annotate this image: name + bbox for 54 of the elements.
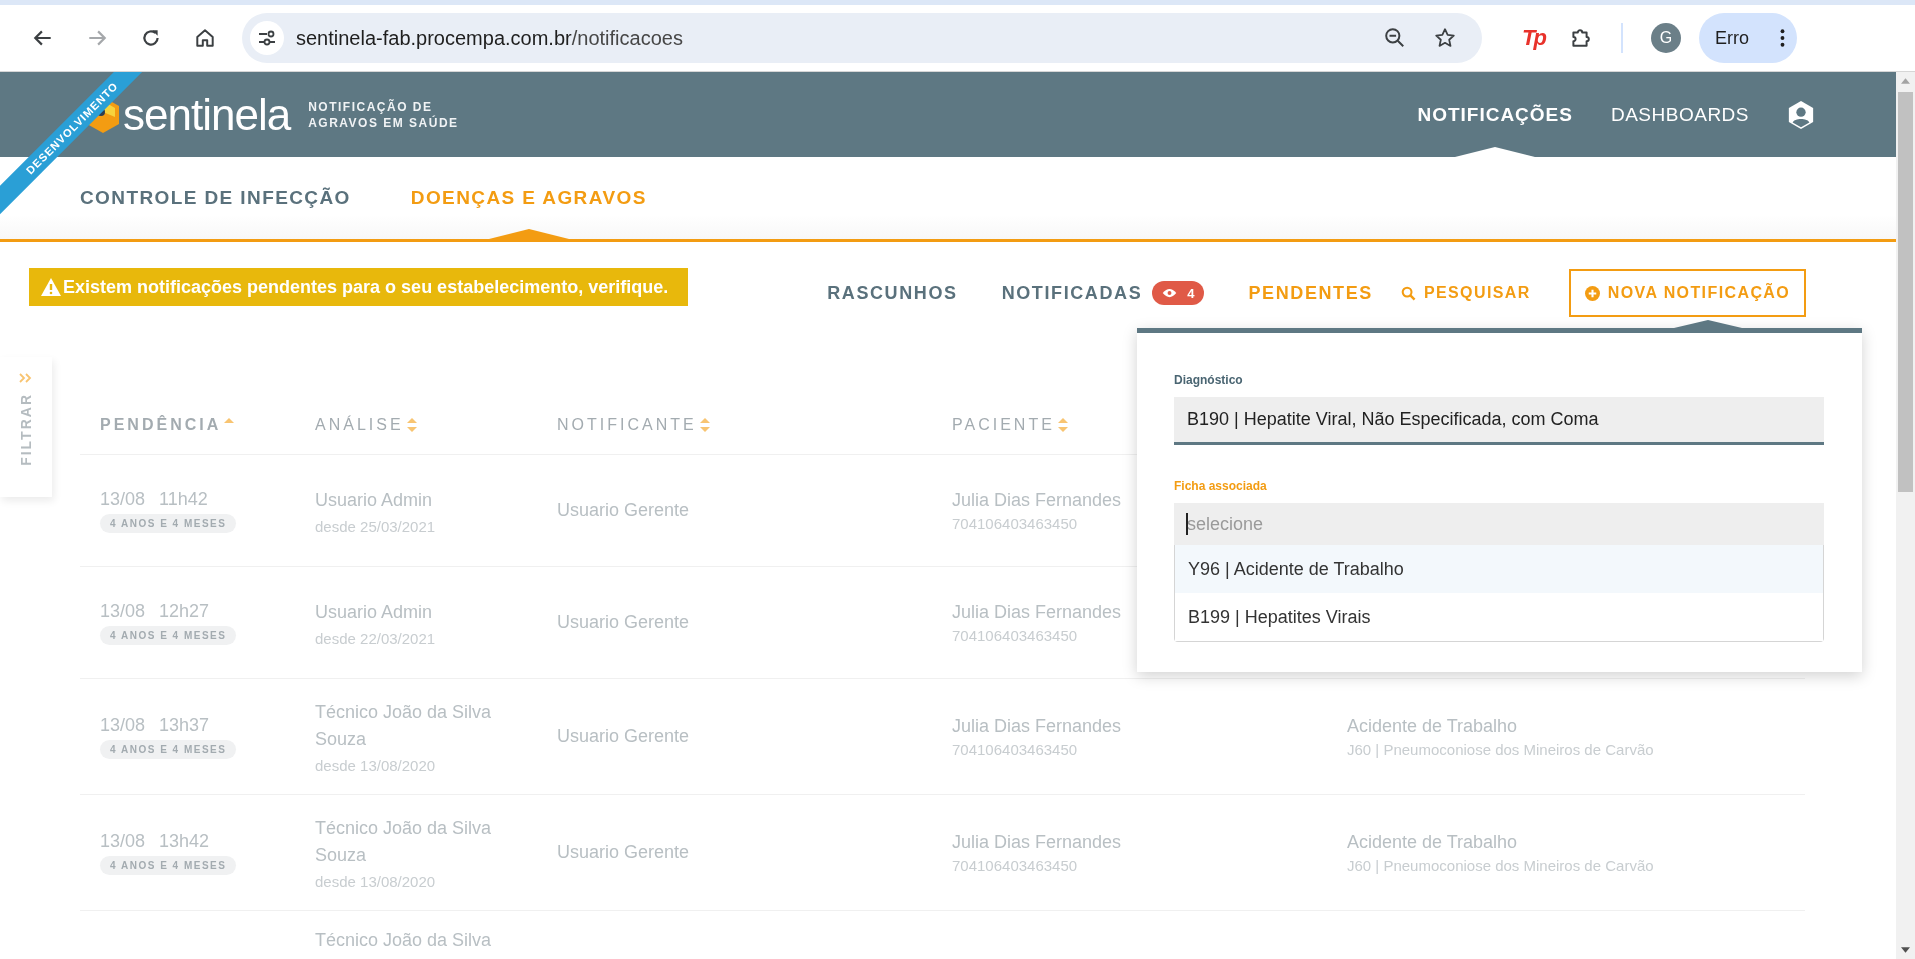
age-tag: 4 ANOS E 4 MESES	[100, 739, 237, 759]
column-header[interactable]: NOTIFICANTE	[557, 416, 697, 434]
column-header[interactable]: ANÁLISE	[315, 416, 404, 434]
warning-text: Existem notificações pendentes para o seu estabelecimento, verifique.	[63, 276, 669, 298]
age-tag: 4 ANOS E 4 MESES	[100, 855, 237, 875]
search-link[interactable]: PESQUISAR	[1400, 284, 1531, 302]
notifier-name: Usuario Gerente	[557, 500, 690, 521]
header-nav-link[interactable]: DASHBOARDS	[1610, 72, 1749, 157]
analyst-name: Técnico João da Silva Souza	[315, 701, 493, 751]
pendency-time: 13h42	[159, 830, 210, 852]
profile-button[interactable]: Erro	[1698, 13, 1797, 63]
section-tab[interactable]: CONTROLE DE INFECÇÃO	[80, 157, 351, 239]
pendency-time: 12h27	[159, 600, 210, 622]
logo-text: sentinela	[123, 89, 291, 140]
pendency-date: 13/08	[100, 600, 146, 622]
tagline: NOTIFICAÇÃO DE AGRAVOS EM SAÚDE	[308, 98, 459, 131]
patient-name: Julia Dias Fernandes	[952, 489, 1122, 511]
extension-icon[interactable]: Tp	[1522, 25, 1545, 51]
column-header[interactable]: PACIENTE	[952, 416, 1055, 434]
dropdown-option[interactable]: Y96 | Acidente de Trabalho	[1175, 545, 1823, 593]
age-tag: 4 ANOS E 4 MESES	[100, 625, 237, 645]
url-text: sentinela-fab.procempa.com.br/notificacoes	[296, 26, 684, 50]
profile-avatar[interactable]: G	[1650, 23, 1681, 53]
notifier-name: Usuario Gerente	[557, 726, 690, 747]
address-bar[interactable]: sentinela-fab.procempa.com.br/notificacoes	[242, 13, 1482, 63]
disease-name: Acidente de Trabalho	[1347, 715, 1518, 737]
pendency-time: 13h37	[159, 714, 210, 736]
analyst-name: Técnico João da Silva	[315, 929, 492, 952]
column-header[interactable]: PENDÊNCIA	[100, 416, 222, 434]
analyst-name: Técnico João da Silva Souza	[315, 817, 493, 867]
disease-name: Acidente de Trabalho	[1347, 831, 1518, 853]
patient-name: Julia Dias Fernandes	[952, 831, 1122, 853]
field-label: Diagnóstico	[1174, 373, 1243, 387]
new-notification-button[interactable]: NOVA NOTIFICAÇÃO	[1568, 269, 1807, 317]
form-select-field[interactable]: selecione	[1174, 503, 1824, 545]
pendency-date: 13/08	[100, 830, 146, 852]
patient-name: Julia Dias Fernandes	[952, 715, 1122, 737]
filter-tab[interactable]: PENDENTES	[1248, 282, 1373, 304]
analyst-name: Usuario Admin	[315, 600, 433, 624]
count-badge: 4	[1152, 281, 1205, 305]
filter-tab[interactable]: NOTIFICADAS	[1001, 282, 1143, 304]
pendency-time: 11h42	[159, 488, 208, 510]
analyst-name: Usuario Admin	[315, 488, 433, 512]
section-tab[interactable]: DOENÇAS E AGRAVOS	[410, 157, 647, 239]
pendency-date: 13/08	[100, 488, 146, 510]
pendency-date: 13/08	[100, 714, 146, 736]
diagnosis-field[interactable]: B190 | Hepatite Viral, Não Especificada, com Coma	[1174, 397, 1824, 445]
age-tag: 4 ANOS E 4 MESES	[100, 513, 237, 533]
notifier-name: Usuario Gerente	[557, 612, 690, 633]
field-label: Ficha associada	[1174, 479, 1267, 493]
header-nav-link[interactable]: NOTIFICAÇÕES	[1417, 72, 1573, 157]
notifier-name: Usuario Gerente	[557, 842, 690, 863]
filter-tab[interactable]: RASCUNHOS	[827, 282, 958, 304]
patient-name: Julia Dias Fernandes	[952, 601, 1122, 623]
